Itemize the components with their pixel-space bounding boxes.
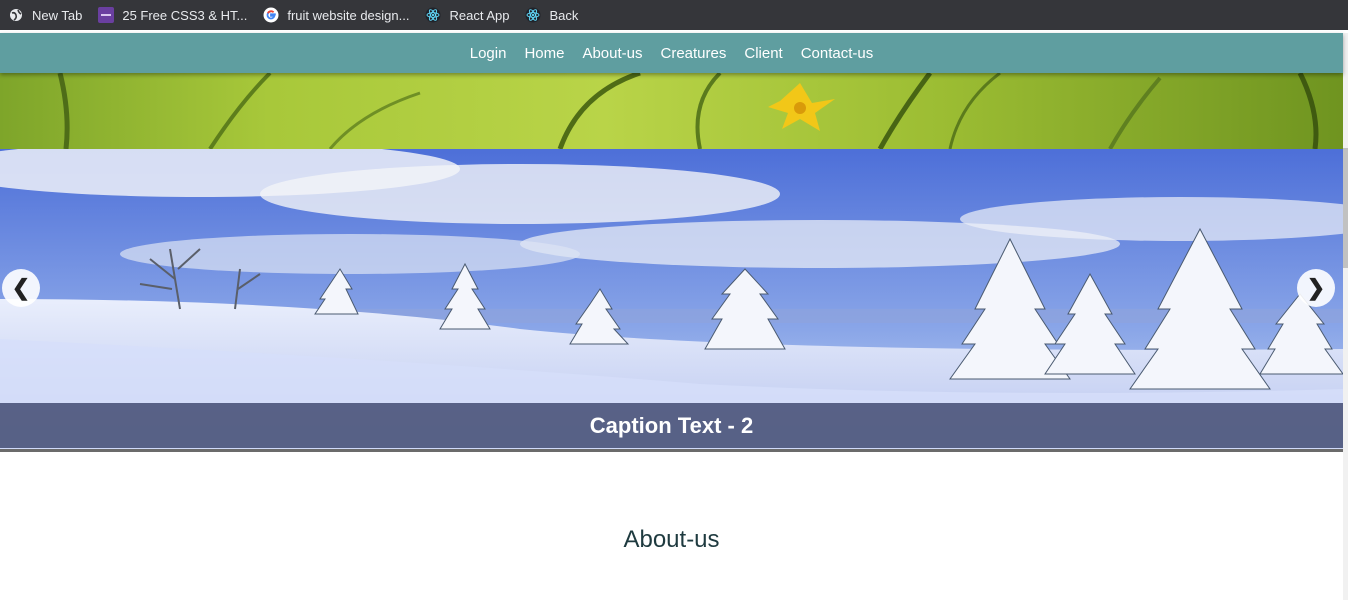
bookmarks-bar: New Tab 25 Free CSS3 & HT... fruit websi… xyxy=(0,0,1348,30)
nav-contact-us[interactable]: Contact-us xyxy=(801,45,874,62)
scrollbar-thumb[interactable] xyxy=(1343,148,1348,268)
bookmark-new-tab[interactable]: New Tab xyxy=(8,7,82,23)
bookmark-label: React App xyxy=(449,7,510,23)
nav-client[interactable]: Client xyxy=(744,45,782,62)
nav-about-us[interactable]: About-us xyxy=(582,45,642,62)
slide-caption: Caption Text - 2 xyxy=(589,412,754,438)
page-scrollbar[interactable] xyxy=(1343,33,1348,600)
nav-login[interactable]: Login xyxy=(470,45,507,62)
slideshow: Caption Text - 2 xyxy=(0,149,1343,451)
google-icon xyxy=(263,7,279,23)
colorlib-icon xyxy=(98,7,115,23)
bookmark-back[interactable]: Back xyxy=(525,7,578,23)
previous-slide-button[interactable]: ❮ xyxy=(2,269,40,307)
bookmark-fruit-website[interactable]: fruit website design... xyxy=(263,7,409,23)
bookmark-label: 25 Free CSS3 & HT... xyxy=(122,7,248,23)
slide-border xyxy=(0,449,1343,452)
react-icon xyxy=(425,7,441,23)
about-us-heading: About-us xyxy=(623,526,720,553)
bookmark-react-app[interactable]: React App xyxy=(425,7,509,23)
react-icon xyxy=(525,7,541,23)
bookmark-label: New Tab xyxy=(32,7,83,23)
bookmark-label: fruit website design... xyxy=(287,7,410,23)
bookmark-colorlib[interactable]: 25 Free CSS3 & HT... xyxy=(98,7,247,23)
chevron-right-icon: ❯ xyxy=(1306,275,1326,300)
nav-home[interactable]: Home xyxy=(524,45,564,62)
chevron-left-icon: ❮ xyxy=(11,275,31,300)
nav-creatures[interactable]: Creatures xyxy=(661,45,727,62)
globe-icon xyxy=(8,7,24,23)
grass-image xyxy=(0,73,1343,149)
slide-caption-band: Caption Text - 2 xyxy=(0,403,1343,448)
next-slide-button[interactable]: ❯ xyxy=(1297,269,1335,307)
main-navbar: Login Home About-us Creatures Client Con… xyxy=(0,33,1343,73)
bookmark-label: Back xyxy=(549,7,579,23)
